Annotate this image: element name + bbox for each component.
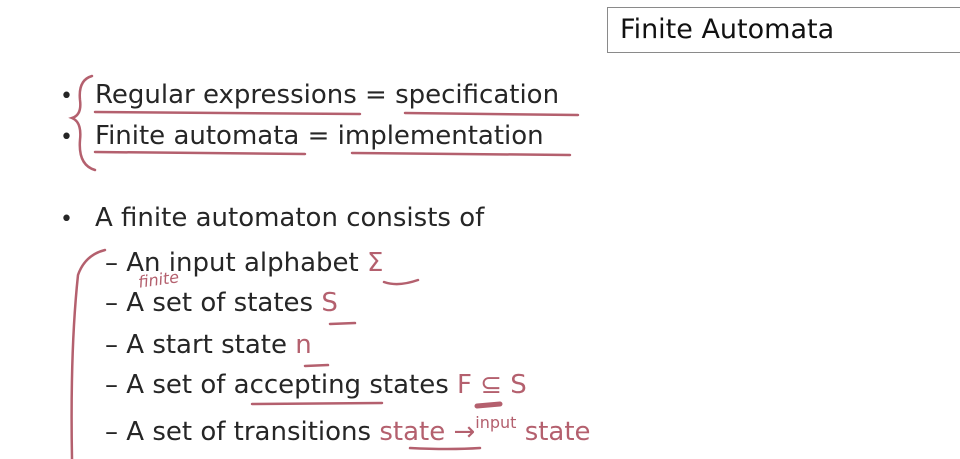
ink-annotations (68, 74, 580, 459)
brace-mark (68, 74, 97, 172)
lecture-slide: Finite Automata • Regular expressions = … (0, 0, 960, 459)
bracket-mark (70, 248, 107, 459)
